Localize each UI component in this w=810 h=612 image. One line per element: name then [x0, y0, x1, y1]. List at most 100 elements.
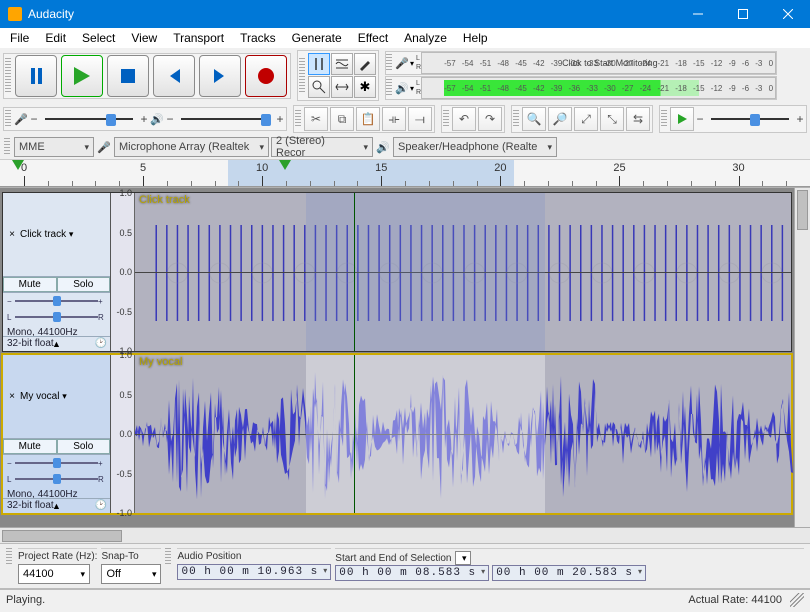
envelope-tool[interactable]: [331, 53, 353, 75]
gain-slider[interactable]: −+: [3, 293, 110, 309]
window-close-button[interactable]: [765, 0, 810, 28]
window-maximize-button[interactable]: [720, 0, 765, 28]
toolbar-grip[interactable]: [386, 79, 392, 97]
play-button[interactable]: [61, 55, 103, 97]
zoom-out-button[interactable]: 🔎: [548, 107, 572, 131]
track-menu-button[interactable]: Click track ▾: [18, 229, 107, 240]
menu-effect[interactable]: Effect: [350, 29, 396, 47]
track-control-panel: ×My vocal ▾MuteSolo−+LRMono, 44100Hz32-b…: [3, 355, 111, 513]
playback-volume-slider[interactable]: −+: [165, 109, 285, 129]
cut-button[interactable]: ✂: [304, 107, 328, 131]
window-minimize-button[interactable]: [675, 0, 720, 28]
paste-button[interactable]: 📋: [356, 107, 380, 131]
toolbar-grip[interactable]: [165, 548, 171, 566]
stop-button[interactable]: [107, 55, 149, 97]
track[interactable]: ×Click track ▾MuteSolo−+LRMono, 44100Hz3…: [2, 192, 792, 352]
recording-channels-select[interactable]: 2 (Stereo) Recor: [271, 137, 373, 157]
record-button[interactable]: [245, 55, 287, 97]
selection-mode-select[interactable]: [455, 551, 471, 565]
menu-select[interactable]: Select: [74, 29, 123, 47]
transport-toolbar: [3, 53, 291, 99]
mute-button[interactable]: Mute: [3, 277, 57, 292]
track-close-button[interactable]: ×: [6, 391, 18, 402]
toolbar-area: ✱ 🎤▾ LR Click to Start Monitoring -57-54…: [0, 48, 810, 188]
menu-help[interactable]: Help: [455, 29, 496, 47]
track-menu-button[interactable]: My vocal ▾: [18, 391, 107, 402]
toolbar-grip[interactable]: [299, 58, 305, 94]
toolbar-grip[interactable]: [5, 110, 11, 128]
toolbar-grip[interactable]: [661, 110, 667, 128]
fit-selection-button[interactable]: ⤢: [574, 107, 598, 131]
pan-slider[interactable]: LR: [3, 309, 110, 325]
draw-tool[interactable]: [354, 53, 376, 75]
selection-start-field[interactable]: 00 h 00 m 08.583 s: [335, 565, 489, 581]
snap-to-select[interactable]: Off: [101, 564, 161, 584]
vertical-scrollbar[interactable]: [794, 188, 810, 527]
horizontal-scrollbar[interactable]: [0, 527, 810, 543]
timeline-ruler[interactable]: 051015202530: [0, 159, 810, 187]
waveform-display[interactable]: 1.00.50.0-0.5-1.0Click track: [111, 193, 791, 351]
toolbar-grip[interactable]: [386, 54, 392, 72]
toolbar-grip[interactable]: [513, 110, 519, 128]
track-collapse-button[interactable]: ▲: [52, 339, 61, 349]
recording-meter-toolbar: 🎤▾ LR Click to Start Monitoring -57-54-5…: [385, 51, 777, 75]
zoom-tool[interactable]: [308, 76, 330, 98]
timeshift-tool[interactable]: [331, 76, 353, 98]
menu-file[interactable]: File: [2, 29, 37, 47]
recording-meter[interactable]: Click to Start Monitoring -57-54-51-48-4…: [421, 52, 776, 74]
menu-analyze[interactable]: Analyze: [396, 29, 455, 47]
snap-to-label: Snap-To: [101, 551, 161, 562]
pan-slider[interactable]: LR: [3, 471, 110, 487]
playback-speed-slider[interactable]: −+: [695, 109, 805, 129]
resize-grip[interactable]: [790, 593, 804, 607]
toolbar-grip[interactable]: [295, 110, 301, 128]
fit-project-button[interactable]: ⤡: [600, 107, 624, 131]
speaker-icon[interactable]: 🔊: [394, 80, 410, 96]
toolbar-grip[interactable]: [6, 548, 12, 566]
toolbar-grip[interactable]: [443, 110, 449, 128]
track-collapse-button[interactable]: ▲: [52, 501, 61, 511]
menu-generate[interactable]: Generate: [284, 29, 350, 47]
mute-button[interactable]: Mute: [3, 439, 57, 454]
recording-volume-slider[interactable]: −+: [29, 109, 149, 129]
undo-button[interactable]: ↶: [452, 107, 476, 131]
track-close-button[interactable]: ×: [6, 229, 18, 240]
toolbar-grip[interactable]: [5, 58, 11, 94]
playback-device-select[interactable]: Speaker/Headphone (Realte: [393, 137, 557, 157]
toolbar-grip[interactable]: [4, 138, 10, 156]
menu-edit[interactable]: Edit: [37, 29, 74, 47]
selection-tool[interactable]: [308, 53, 330, 75]
play-at-speed-button[interactable]: [670, 107, 694, 131]
tracks-viewport[interactable]: ×Click track ▾MuteSolo−+LRMono, 44100Hz3…: [0, 188, 794, 527]
multi-tool[interactable]: ✱: [354, 76, 376, 98]
copy-button[interactable]: ⧉: [330, 107, 354, 131]
solo-button[interactable]: Solo: [57, 277, 111, 292]
track[interactable]: ×My vocal ▾MuteSolo−+LRMono, 44100Hz32-b…: [2, 354, 792, 514]
skip-start-button[interactable]: [153, 55, 195, 97]
gain-slider[interactable]: −+: [3, 455, 110, 471]
pause-button[interactable]: [15, 55, 57, 97]
audio-position-field[interactable]: 00 h 00 m 10.963 s: [177, 564, 331, 580]
menu-transport[interactable]: Transport: [165, 29, 232, 47]
waveform-display[interactable]: 1.00.50.0-0.5-1.0My vocal: [111, 355, 791, 513]
playback-meter[interactable]: -57-54-51-48-45-42-39-36-33-30-27-24-21-…: [421, 77, 776, 99]
menu-view[interactable]: View: [123, 29, 165, 47]
audio-host-select[interactable]: MME: [14, 137, 94, 157]
mic-icon[interactable]: 🎤: [394, 55, 410, 71]
project-rate-select[interactable]: 44100: [18, 564, 90, 584]
redo-button[interactable]: ↷: [478, 107, 502, 131]
solo-button[interactable]: Solo: [57, 439, 111, 454]
selection-end-field[interactable]: 00 h 00 m 20.583 s: [492, 565, 646, 581]
timeline-label: 15: [375, 162, 387, 174]
menu-tracks[interactable]: Tracks: [232, 29, 284, 47]
trim-button[interactable]: ⟛: [382, 107, 406, 131]
recording-device-select[interactable]: Microphone Array (Realtek: [114, 137, 269, 157]
zoom-in-button[interactable]: 🔍: [522, 107, 546, 131]
tracks-area: ×Click track ▾MuteSolo−+LRMono, 44100Hz3…: [0, 188, 810, 527]
timeline-label: 25: [613, 162, 625, 174]
skip-end-button[interactable]: [199, 55, 241, 97]
zoom-toggle-button[interactable]: ⇆: [626, 107, 650, 131]
selection-toolbar: Project Rate (Hz): 44100 Snap-To Off Aud…: [0, 543, 810, 589]
track-sync-icon: 🕑: [95, 500, 107, 511]
silence-button[interactable]: ⟞: [408, 107, 432, 131]
